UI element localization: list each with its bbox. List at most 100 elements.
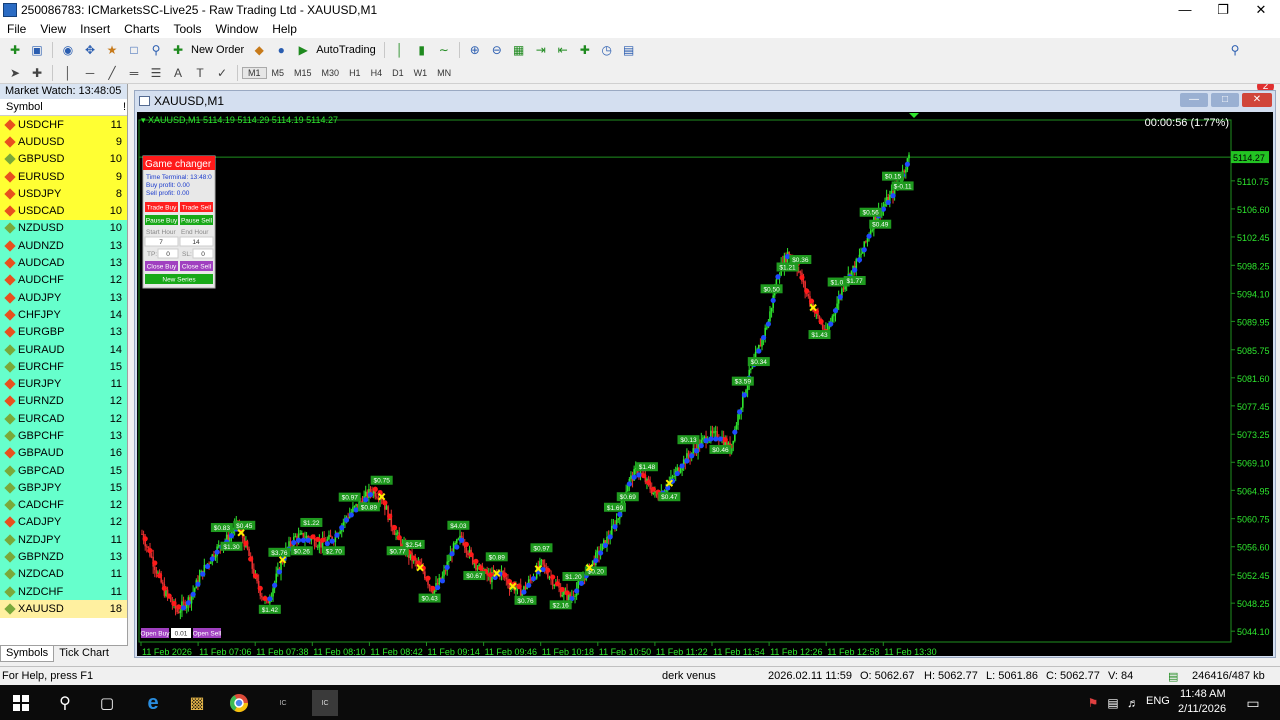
- profiles-icon[interactable]: ▣: [28, 41, 46, 59]
- language-indicator[interactable]: ENG: [1146, 695, 1170, 707]
- bar-chart-icon[interactable]: │: [391, 41, 409, 59]
- timeframe-h4[interactable]: H4: [366, 68, 388, 78]
- templates-icon[interactable]: ▤: [620, 41, 638, 59]
- candlestick-icon[interactable]: ▮: [413, 41, 431, 59]
- market-watch-row[interactable]: XAUUSD 18: [0, 600, 127, 618]
- market-watch-row[interactable]: NZDJPY 11: [0, 531, 127, 549]
- menu-tools[interactable]: Tools: [167, 22, 209, 36]
- market-watch-row[interactable]: EURAUD 14: [0, 340, 127, 359]
- market-watch-row[interactable]: AUDCAD 13: [0, 254, 127, 272]
- market-watch-row[interactable]: EURCAD 12: [0, 410, 127, 428]
- column-spread[interactable]: !: [100, 99, 126, 115]
- timeframe-h1[interactable]: H1: [344, 68, 366, 78]
- mt4-active-icon[interactable]: IC: [312, 690, 338, 716]
- chart-close-button[interactable]: ✕: [1242, 93, 1272, 107]
- channel-icon[interactable]: ═: [125, 64, 143, 82]
- menu-view[interactable]: View: [33, 22, 73, 36]
- windows-start-icon[interactable]: [8, 690, 34, 716]
- mt4-icon[interactable]: IC: [270, 690, 296, 716]
- cursor-icon[interactable]: ➤: [6, 64, 24, 82]
- chart-shift-icon[interactable]: ⇤: [554, 41, 572, 59]
- menu-insert[interactable]: Insert: [73, 22, 117, 36]
- data-window-icon[interactable]: ✥: [81, 41, 99, 59]
- navigator-icon[interactable]: ★: [103, 41, 121, 59]
- timeframe-m15[interactable]: M15: [289, 68, 317, 78]
- market-watch-row[interactable]: CHFJPY 14: [0, 306, 127, 324]
- price-chart[interactable]: 5110.75 5106.60 5102.45 5098.25 5094.10 5089.…: [137, 112, 1273, 656]
- market-watch-row[interactable]: AUDJPY 13: [0, 288, 127, 307]
- timeframe-mn[interactable]: MN: [432, 68, 456, 78]
- column-symbol[interactable]: Symbol: [0, 99, 100, 115]
- timeframe-m5[interactable]: M5: [267, 68, 290, 78]
- market-watch-row[interactable]: EURJPY 11: [0, 375, 127, 393]
- close-button[interactable]: ✕: [1242, 0, 1280, 20]
- clock-date[interactable]: 2/11/2026: [1178, 703, 1226, 715]
- strategy-tester-icon[interactable]: ⚲: [147, 41, 165, 59]
- terminal-icon[interactable]: □: [125, 41, 143, 59]
- timeframe-d1[interactable]: D1: [387, 68, 409, 78]
- maximize-button[interactable]: ❐: [1204, 0, 1242, 20]
- market-watch-icon[interactable]: ◉: [59, 41, 77, 59]
- arrows-icon[interactable]: ✓: [213, 64, 231, 82]
- line-chart-icon[interactable]: ∼: [435, 41, 453, 59]
- task-view-icon[interactable]: ▢: [94, 690, 120, 716]
- autotrading-button[interactable]: AutoTrading: [316, 44, 376, 56]
- chart-maximize-button[interactable]: □: [1211, 93, 1239, 107]
- indicators-icon[interactable]: ✚: [576, 41, 594, 59]
- fibonacci-icon[interactable]: ☰: [147, 64, 165, 82]
- edge-icon[interactable]: e: [140, 690, 166, 716]
- vertical-line-icon[interactable]: │: [59, 64, 77, 82]
- market-watch-row[interactable]: AUDUSD 9: [0, 133, 127, 151]
- search-icon[interactable]: ⚲: [52, 690, 78, 716]
- market-watch-row[interactable]: EURCHF 15: [0, 358, 127, 376]
- tile-windows-icon[interactable]: ▦: [510, 41, 528, 59]
- menu-file[interactable]: File: [0, 22, 33, 36]
- market-watch-row[interactable]: EURGBP 13: [0, 323, 127, 341]
- chart-minimize-button[interactable]: —: [1180, 93, 1208, 107]
- trendline-icon[interactable]: ╱: [103, 64, 121, 82]
- metaeditor-icon[interactable]: ◆: [250, 41, 268, 59]
- search-icon[interactable]: ⚲: [1226, 41, 1244, 59]
- market-watch-row[interactable]: NZDUSD 10: [0, 219, 127, 238]
- market-watch-row[interactable]: NZDCHF 11: [0, 583, 127, 601]
- new-order-button[interactable]: New Order: [191, 44, 244, 56]
- timeframe-m1[interactable]: M1: [242, 66, 267, 79]
- market-watch-row[interactable]: USDCAD 10: [0, 202, 127, 220]
- market-watch-row[interactable]: GBPAUD 16: [0, 444, 127, 462]
- menu-window[interactable]: Window: [209, 22, 266, 36]
- tab-symbols[interactable]: Symbols: [0, 646, 55, 662]
- market-watch-row[interactable]: NZDCAD 11: [0, 565, 127, 584]
- menu-charts[interactable]: Charts: [117, 22, 166, 36]
- clock-time[interactable]: 11:48 AM: [1180, 688, 1226, 700]
- timeframe-w1[interactable]: W1: [409, 68, 433, 78]
- market-watch-row[interactable]: USDJPY 8: [0, 185, 127, 203]
- volume-icon[interactable]: ♬: [1120, 690, 1146, 716]
- market-watch-row[interactable]: CADCHF 12: [0, 496, 127, 514]
- new-order-icon[interactable]: ✚: [169, 41, 187, 59]
- chart-area[interactable]: 5110.75 5106.60 5102.45 5098.25 5094.10 5089.…: [137, 112, 1273, 656]
- tab-tick-chart[interactable]: Tick Chart: [54, 646, 114, 662]
- market-watch-row[interactable]: USDCHF 11: [0, 116, 127, 134]
- horizontal-line-icon[interactable]: ─: [81, 64, 99, 82]
- crosshair-icon[interactable]: ✚: [28, 64, 46, 82]
- market-watch-row[interactable]: GBPCHF 13: [0, 427, 127, 445]
- chrome-icon[interactable]: [226, 690, 252, 716]
- autotrading-icon[interactable]: ▶: [294, 41, 312, 59]
- timeframe-m30[interactable]: M30: [317, 68, 345, 78]
- market-watch-row[interactable]: GBPNZD 13: [0, 548, 127, 566]
- minimize-button[interactable]: —: [1166, 0, 1204, 20]
- market-watch-row[interactable]: EURNZD 12: [0, 392, 127, 411]
- file-explorer-icon[interactable]: ▩: [184, 690, 210, 716]
- text-label-icon[interactable]: T: [191, 64, 209, 82]
- market-watch-row[interactable]: CADJPY 12: [0, 513, 127, 532]
- market-icon[interactable]: ●: [272, 41, 290, 59]
- market-watch-row[interactable]: GBPCAD 15: [0, 461, 127, 480]
- new-chart-icon[interactable]: ✚: [6, 41, 24, 59]
- market-watch-row[interactable]: GBPJPY 15: [0, 479, 127, 497]
- text-icon[interactable]: A: [169, 64, 187, 82]
- zoom-in-icon[interactable]: ⊕: [466, 41, 484, 59]
- autoscroll-icon[interactable]: ⇥: [532, 41, 550, 59]
- menu-help[interactable]: Help: [265, 22, 304, 36]
- market-watch-row[interactable]: AUDCHF 12: [0, 271, 127, 289]
- market-watch-row[interactable]: AUDNZD 13: [0, 237, 127, 255]
